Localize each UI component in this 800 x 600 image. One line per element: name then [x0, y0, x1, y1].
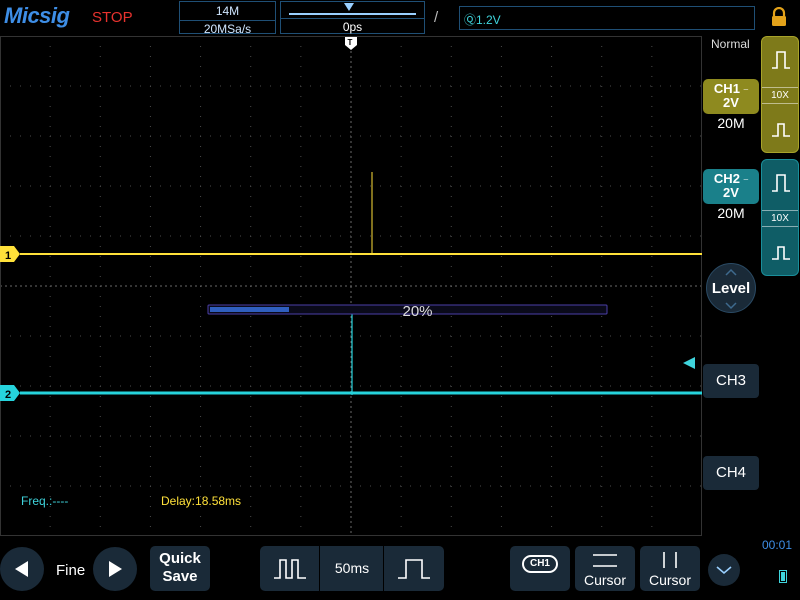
collapse-button[interactable] — [708, 554, 740, 586]
memory-position-track — [289, 13, 416, 15]
trigger-mode[interactable]: Normal — [711, 37, 750, 51]
ch2-settings-button[interactable]: CH2 ⎯ 2V — [703, 169, 759, 204]
quick-save-button[interactable]: Quick Save — [150, 546, 210, 591]
ch1-name: CH1 — [713, 81, 740, 96]
pulse-wide-icon[interactable] — [770, 172, 792, 194]
ch1-probe-ratio[interactable]: 10X — [762, 87, 798, 104]
timebase-decrease-icon[interactable] — [272, 558, 308, 580]
pulse-narrow-icon[interactable] — [770, 240, 792, 262]
quick-save-line1: Quick — [159, 550, 201, 567]
trigger-level-arrow[interactable] — [683, 357, 695, 369]
run-stop-status[interactable]: STOP — [92, 9, 133, 26]
pulse-wide-icon[interactable] — [770, 49, 792, 71]
timebase-value: 50ms — [334, 560, 370, 576]
horizontal-position-panel[interactable]: 0ps — [280, 1, 425, 34]
ch1-scale: 2V — [723, 95, 739, 110]
horizontal-cursor-icon — [593, 554, 617, 567]
pulse-narrow-icon[interactable] — [770, 117, 792, 139]
acquisition-panel[interactable]: 14M 20MSa/s — [179, 1, 276, 36]
ch2-scale: 2V — [723, 185, 739, 200]
trigger-level-knob[interactable]: Level — [706, 263, 756, 313]
trigger-position-marker — [344, 3, 354, 11]
timebase-increase-icon[interactable] — [396, 558, 432, 580]
lock-icon[interactable] — [770, 7, 788, 27]
triangle-right-icon — [109, 561, 122, 577]
next-button[interactable] — [93, 547, 137, 591]
sample-rate: 20MSa/s — [180, 20, 275, 36]
prev-button[interactable] — [0, 547, 44, 591]
fine-mode-label[interactable]: Fine — [56, 562, 85, 579]
dc-coupling-icon: ⎯ — [743, 174, 749, 184]
trigger-level: Ⓠ1.2V — [464, 13, 501, 27]
status-bar: Micsig STOP 14M 20MSa/s 0ps / Ⓠ1.2V — [0, 0, 800, 36]
ch4-button[interactable]: CH4 — [703, 456, 759, 490]
channel-select-button[interactable]: CH1 — [510, 546, 570, 591]
waveform-display[interactable]: 1 2 T 20% Freq.:---- Delay:18.58ms — [0, 36, 702, 536]
dc-coupling-icon: ⎯ — [743, 84, 749, 94]
ch2-bandwidth: 20M — [717, 205, 745, 221]
clock: 00:01 — [762, 538, 793, 552]
divider — [319, 546, 320, 591]
vertical-cursor-button[interactable]: Cursor — [640, 546, 700, 591]
chevron-down-icon — [716, 566, 732, 575]
cursor-v-label: Cursor — [648, 572, 691, 588]
ch2-name: CH2 — [713, 171, 740, 186]
ch1-bandwidth: 20M — [717, 115, 745, 131]
level-label: Level — [711, 280, 751, 297]
ch1-settings-button[interactable]: CH1 ⎯ 2V — [703, 79, 759, 114]
bottom-toolbar: Fine Quick Save 50ms CH1 Cursor Cursor 0… — [0, 538, 800, 600]
delay-readout: Delay:18.58ms — [161, 494, 242, 508]
rising-edge-icon[interactable]: / — [434, 9, 438, 26]
ch3-button[interactable]: CH3 — [703, 364, 759, 398]
quick-save-line2: Save — [162, 568, 198, 585]
chevron-up-icon — [725, 268, 737, 276]
trigger-panel[interactable]: Ⓠ1.2V — [459, 6, 755, 30]
triangle-left-icon — [15, 561, 28, 577]
cursor-h-label: Cursor — [583, 572, 626, 588]
waveform-canvas[interactable]: 1 2 T — [0, 36, 702, 536]
progress-bar-fill — [210, 307, 289, 312]
ch2-marker-label: 2 — [5, 389, 11, 401]
divider — [383, 546, 384, 591]
ch1-probe-panel[interactable]: 10X — [761, 36, 799, 153]
horizontal-position: 0ps — [281, 18, 424, 34]
progress-percent: 20% — [402, 303, 433, 320]
ch2-probe-ratio[interactable]: 10X — [762, 210, 798, 227]
timebase-control[interactable]: 50ms — [260, 546, 444, 591]
battery-icon — [779, 570, 787, 583]
channel-chip: CH1 — [522, 555, 558, 573]
frequency-readout: Freq.:---- — [21, 494, 69, 508]
chevron-down-icon — [725, 302, 737, 310]
vertical-cursor-icon — [663, 552, 677, 568]
memory-depth: 14M — [215, 4, 240, 18]
brand-logo: Micsig — [4, 3, 70, 28]
ch2-probe-panel[interactable]: 10X — [761, 159, 799, 276]
trigger-marker-label: T — [348, 38, 353, 47]
horizontal-cursor-button[interactable]: Cursor — [575, 546, 635, 591]
ch1-marker-label: 1 — [5, 250, 11, 262]
